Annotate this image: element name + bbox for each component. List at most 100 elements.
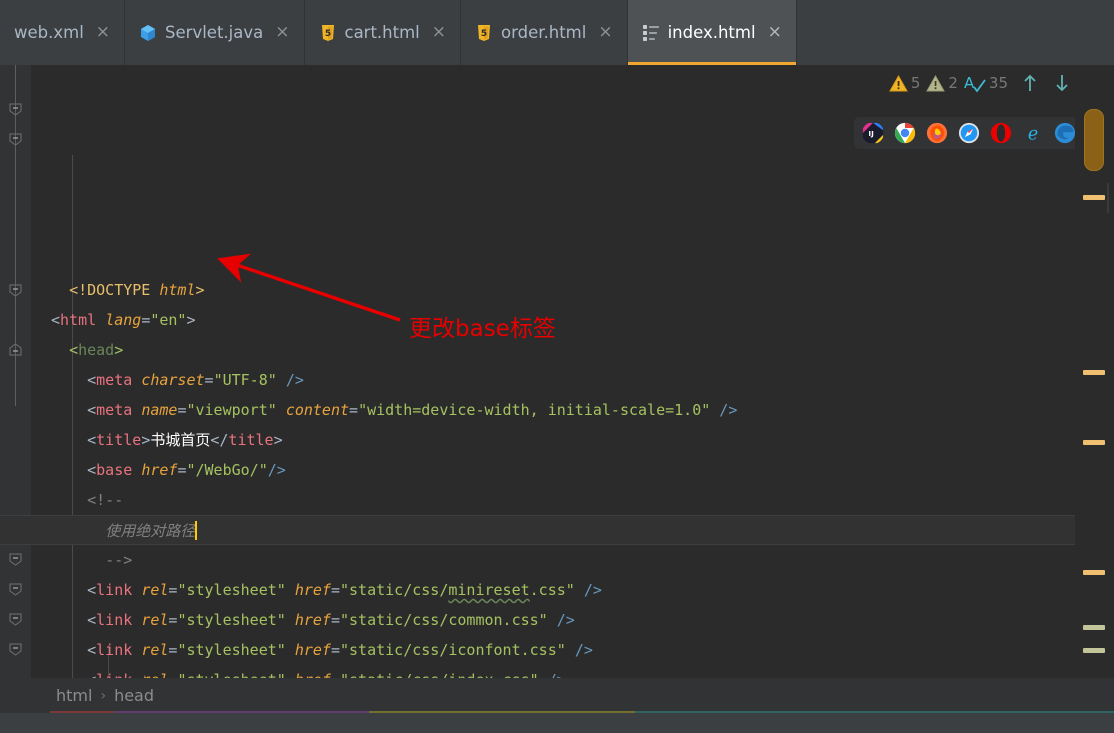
code-token: = (331, 671, 340, 678)
weak-warning-group[interactable]: 2 (926, 74, 958, 92)
code-line[interactable]: <link rel="stylesheet" href="static/css/… (31, 575, 1075, 605)
code-token: /> (556, 611, 575, 629)
firefox-icon[interactable] (926, 122, 948, 144)
tab-close-icon[interactable]: × (768, 24, 782, 41)
tab-label: web.xml (14, 23, 84, 42)
tab-close-icon[interactable]: × (432, 24, 446, 41)
warning-triangle-icon[interactable] (888, 74, 908, 92)
fold-collapse-icon[interactable] (9, 553, 22, 566)
code-line[interactable]: <!-- (31, 485, 1075, 515)
code-token: meta (96, 371, 133, 389)
code-token: > (186, 311, 196, 329)
code-line[interactable]: <base href="/WebGo/"/> (31, 455, 1075, 485)
inspection-marker[interactable] (1083, 570, 1105, 575)
inspection-widget[interactable]: 5 2 A 35 (888, 73, 1072, 93)
editor-tab-order-html[interactable]: 5 order.html × (461, 0, 628, 65)
code-token: link (96, 581, 133, 599)
code-token: /> (583, 581, 602, 599)
arrow-down-icon[interactable] (1052, 73, 1072, 93)
code-token: /> (719, 401, 738, 419)
code-token: "viewport" (186, 401, 277, 419)
inspection-marker[interactable] (1083, 625, 1105, 630)
code-line[interactable]: <link rel="stylesheet" href="static/css/… (31, 635, 1075, 665)
editor-scrollbar-thumb[interactable] (1084, 109, 1104, 171)
code-token: "static/css/common.css" (340, 611, 548, 629)
fold-collapse-icon[interactable] (9, 103, 22, 116)
code-token: meta (96, 401, 133, 419)
edge-icon[interactable] (1054, 122, 1076, 144)
fold-collapse-icon[interactable] (9, 284, 22, 297)
breadcrumb-item-head[interactable]: head (114, 686, 154, 705)
code-token: .css" (529, 581, 575, 599)
weak-warning-triangle-icon[interactable] (926, 74, 946, 92)
code-line[interactable]: <link rel="stylesheet" href="static/css/… (31, 665, 1075, 678)
code-line[interactable]: <head> (31, 335, 1075, 365)
code-editor[interactable]: <!DOCTYPE html> <html lang="en"> <head> <… (0, 65, 1114, 678)
tab-close-icon[interactable]: × (275, 24, 289, 41)
code-line[interactable]: <meta charset="UTF-8" /> (31, 365, 1075, 395)
opera-icon[interactable] (990, 122, 1012, 144)
internet-explorer-icon[interactable]: e (1022, 122, 1044, 144)
tab-close-icon[interactable]: × (598, 24, 612, 41)
code-token: < (87, 371, 97, 389)
code-token: "/WebGo/" (186, 461, 268, 479)
code-token: = (141, 311, 151, 329)
code-token: <!-- (87, 491, 124, 509)
editor-tab-web-xml[interactable]: web.xml × (0, 0, 126, 65)
editor-tab-cart-html[interactable]: 5 cart.html × (304, 0, 462, 65)
inspection-marker[interactable] (1083, 195, 1105, 200)
editor-gutter[interactable] (0, 65, 30, 678)
code-line[interactable]: <meta name="viewport" content="width=dev… (31, 395, 1075, 425)
typo-group[interactable]: A 35 (964, 74, 1008, 93)
inspection-marker[interactable] (1083, 648, 1105, 653)
error-marker-bar[interactable] (1075, 65, 1114, 678)
fold-collapse-icon[interactable] (9, 643, 22, 656)
arrow-up-icon[interactable] (1020, 73, 1040, 93)
fold-expand-icon[interactable] (9, 343, 22, 356)
tab-close-icon[interactable]: × (96, 24, 110, 41)
code-line[interactable]: 使用绝对路径 (0, 515, 1083, 545)
code-line[interactable]: <html lang="en"> (31, 305, 1075, 335)
breadcrumb-item-html[interactable]: html (56, 686, 92, 705)
code-token: "static/css/index.css" (340, 671, 539, 678)
code-token: = (204, 371, 214, 389)
fold-collapse-icon[interactable] (9, 133, 22, 146)
code-token: href (295, 671, 331, 678)
weak-warning-count: 2 (948, 74, 958, 92)
code-line[interactable]: <title>书城首页</title> (31, 425, 1075, 455)
editor-tab-servlet-java[interactable]: Servlet.java × (125, 0, 305, 65)
fold-collapse-icon[interactable] (9, 583, 22, 596)
code-content[interactable]: <!DOCTYPE html> <html lang="en"> <head> <… (0, 65, 1083, 678)
code-token: > (114, 341, 124, 359)
warning-group[interactable]: 5 (888, 74, 920, 92)
chrome-icon[interactable] (894, 122, 916, 144)
spellcheck-icon[interactable]: A (964, 74, 986, 93)
code-token: <!DOCTYPE (69, 281, 160, 299)
intellij-idea-icon[interactable]: IJ (862, 122, 884, 144)
code-token: content (285, 401, 350, 419)
code-token: minireset (448, 581, 530, 599)
html5-file-icon: 5 (478, 24, 491, 41)
safari-icon[interactable] (958, 122, 980, 144)
code-line[interactable]: <!DOCTYPE html> (31, 275, 1075, 305)
browser-launch-bar[interactable]: IJ e (854, 117, 1084, 149)
editor-tab-index-html[interactable]: index.html × (627, 0, 797, 65)
fold-collapse-icon[interactable] (9, 613, 22, 626)
code-line[interactable]: <link rel="stylesheet" href="static/css/… (31, 605, 1075, 635)
code-token: href (294, 611, 331, 629)
inspection-marker[interactable] (1083, 370, 1105, 375)
code-line[interactable]: --> (31, 545, 1075, 575)
breadcrumb[interactable]: html › head (0, 678, 1114, 713)
inspection-marker[interactable] (1083, 440, 1105, 445)
